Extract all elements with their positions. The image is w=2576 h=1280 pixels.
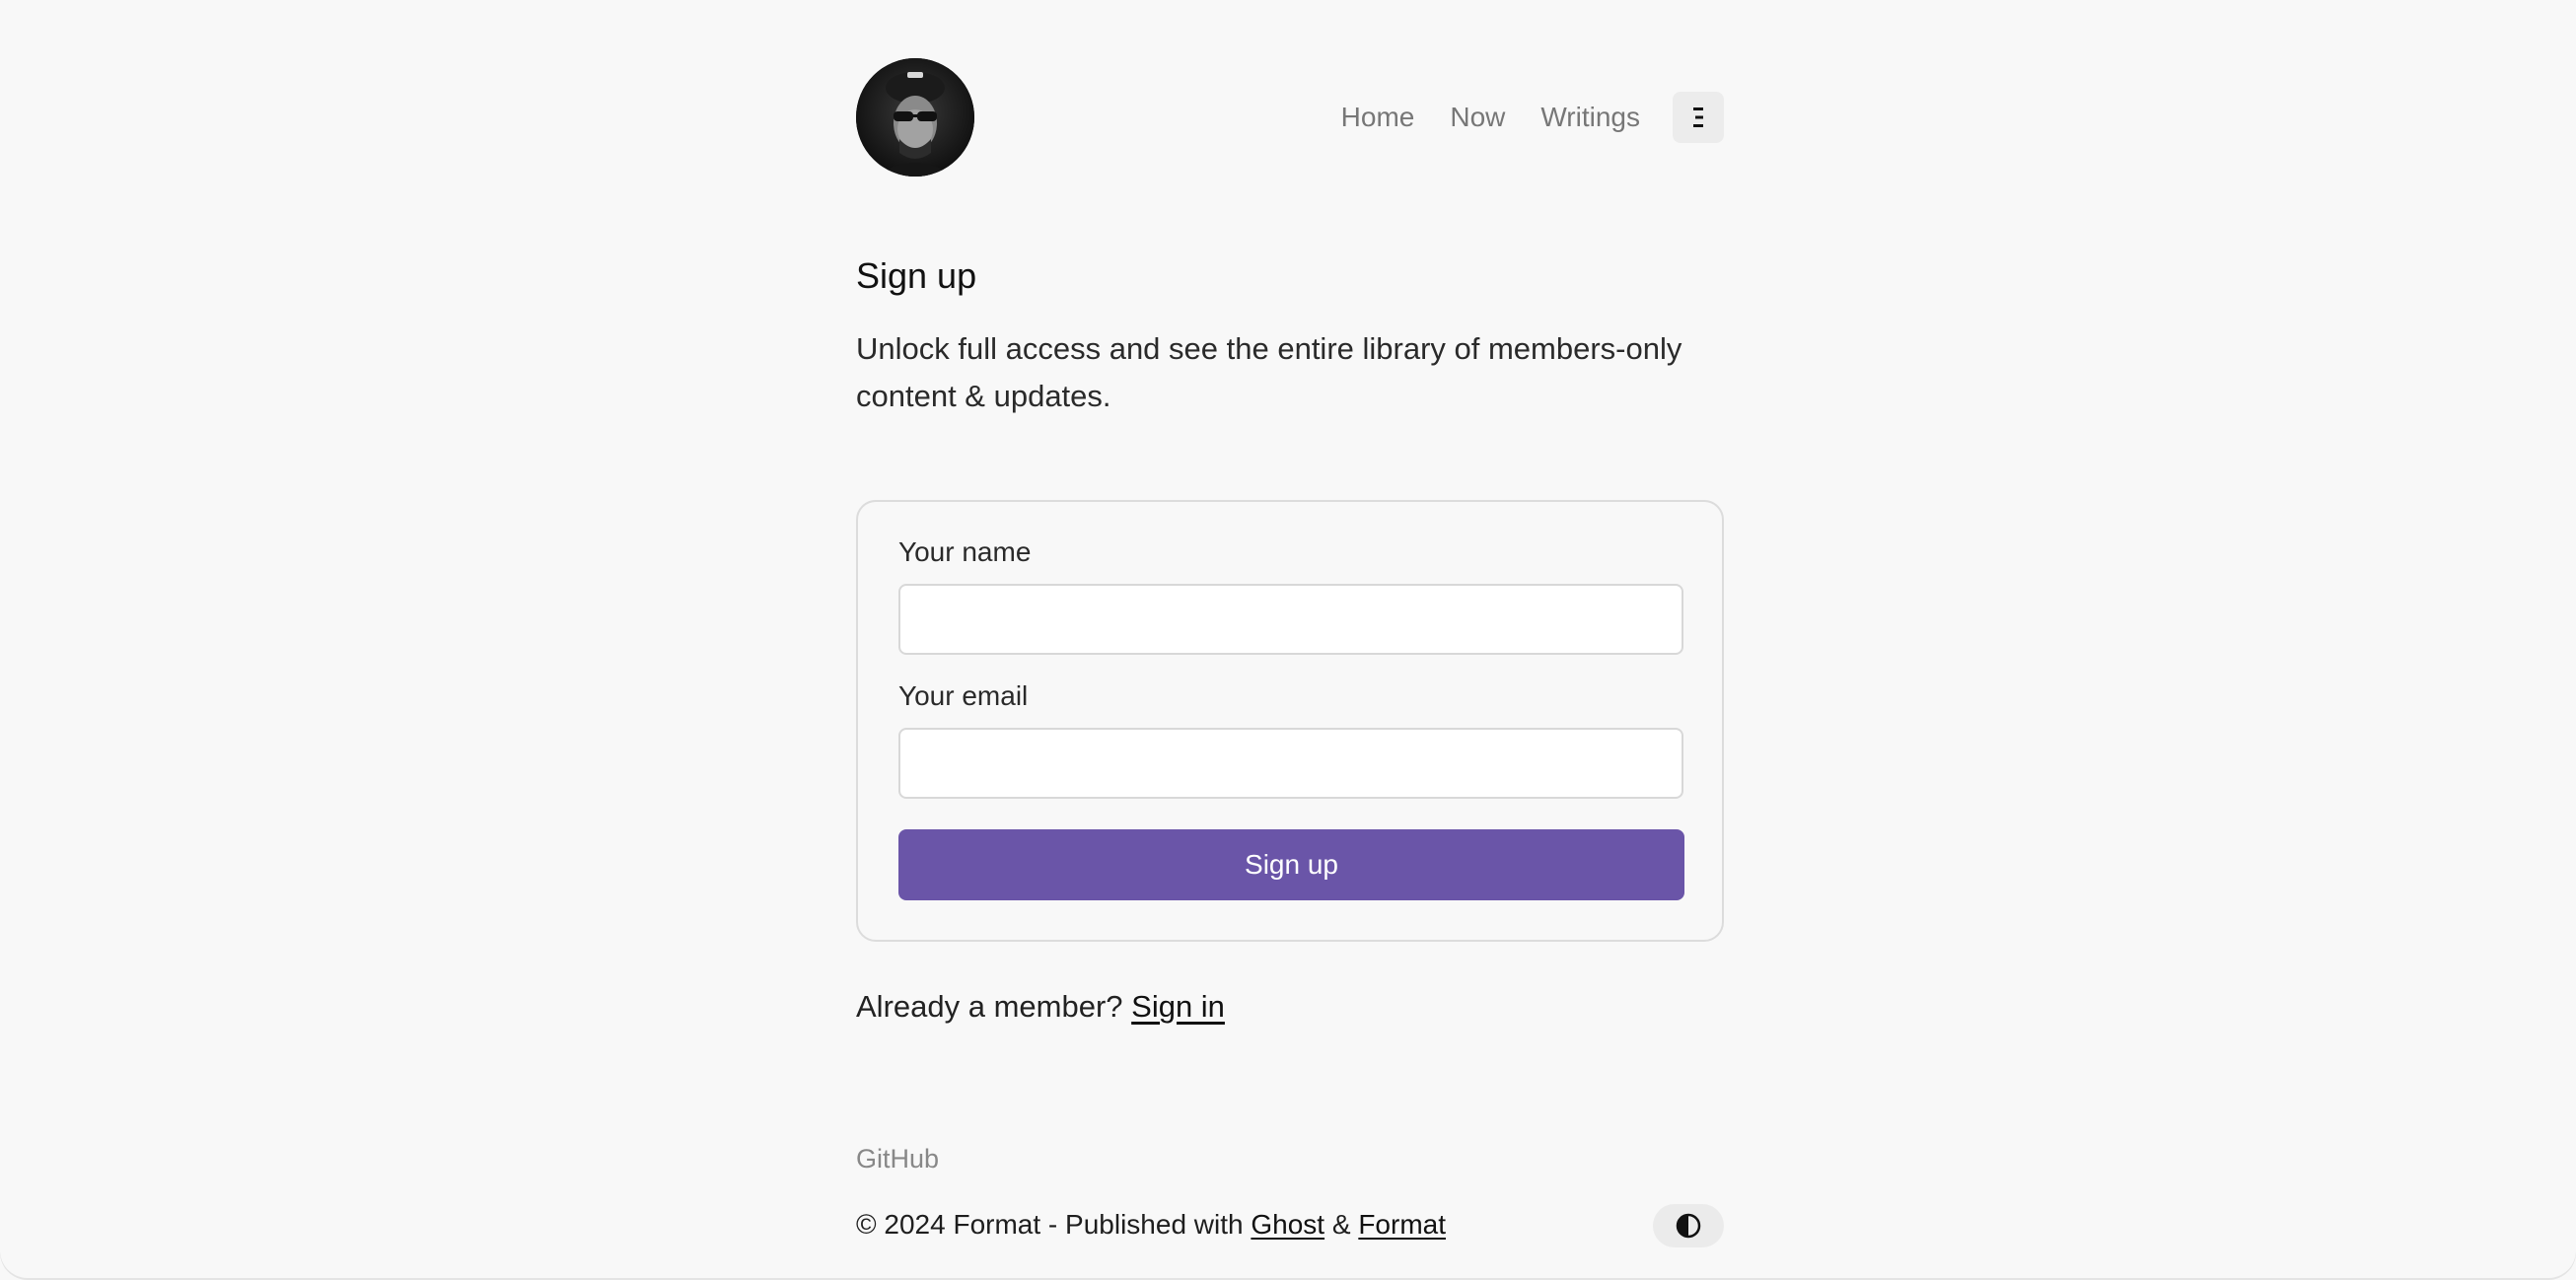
menu-button[interactable]: [1673, 92, 1724, 143]
signup-button[interactable]: Sign up: [898, 829, 1684, 900]
signin-link[interactable]: Sign in: [1131, 989, 1225, 1024]
avatar[interactable]: [856, 58, 974, 177]
page-container: Home Now Writings Sign up Unlock full ac…: [856, 0, 1724, 1280]
hamburger-menu-icon: [1693, 107, 1703, 127]
contrast-toggle-icon: [1676, 1213, 1701, 1239]
theme-toggle-button[interactable]: [1653, 1204, 1724, 1247]
nav-home[interactable]: Home: [1341, 102, 1415, 133]
page-title: Sign up: [856, 255, 977, 296]
member-prompt-text: Already a member?: [856, 989, 1123, 1024]
page-description: Unlock full access and see the entire li…: [856, 331, 1682, 413]
member-prompt: Already a member? Sign in: [856, 989, 1225, 1025]
name-label: Your name: [898, 536, 1032, 567]
github-link[interactable]: GitHub: [856, 1144, 939, 1174]
main-nav: Home Now Writings: [1341, 91, 1724, 144]
email-field[interactable]: [898, 728, 1683, 799]
signup-form: Your name Your email Sign up: [856, 500, 1724, 942]
ampersand: &: [1331, 1209, 1351, 1240]
format-link[interactable]: Format: [1358, 1209, 1446, 1240]
avatar-portrait-icon: [856, 58, 974, 177]
copyright-text: © 2024 Format - Published with: [856, 1209, 1244, 1240]
email-label: Your email: [898, 680, 1029, 711]
ghost-link[interactable]: Ghost: [1251, 1209, 1324, 1240]
nav-now[interactable]: Now: [1450, 102, 1505, 133]
nav-writings[interactable]: Writings: [1540, 102, 1640, 133]
copyright: © 2024 Format - Published with Ghost & F…: [856, 1209, 1446, 1241]
site-header: Home Now Writings: [856, 58, 1724, 177]
name-field[interactable]: [898, 584, 1683, 655]
